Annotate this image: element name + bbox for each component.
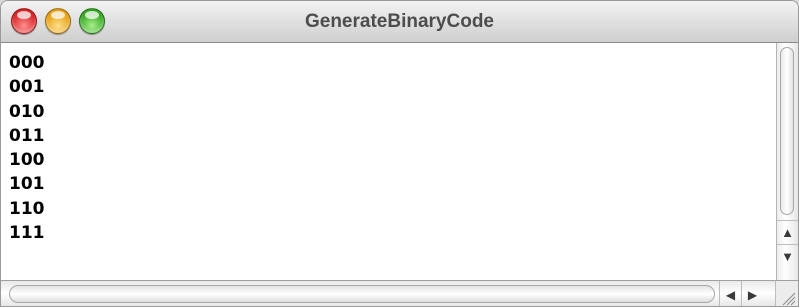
vertical-scrollbar[interactable]: ▲ ▼ <box>776 43 798 280</box>
app-window: GenerateBinaryCode 000 001 010 011 100 1… <box>0 0 799 307</box>
output-line: 010 <box>9 101 45 122</box>
vertical-scroll-track[interactable] <box>780 47 794 215</box>
output-line: 101 <box>9 174 45 195</box>
output-line: 001 <box>9 77 45 98</box>
arrow-right-icon[interactable]: ▶ <box>741 281 763 306</box>
output-line: 100 <box>9 150 45 171</box>
console-output[interactable]: 000 001 010 011 100 101 110 111 <box>1 43 777 280</box>
window-title: GenerateBinaryCode <box>304 11 494 32</box>
arrow-left-icon[interactable]: ◀ <box>719 281 741 306</box>
output-lines: 000 001 010 011 100 101 110 111 <box>9 51 45 245</box>
resize-grip-icon[interactable] <box>775 280 798 306</box>
output-line: 011 <box>9 125 45 146</box>
horizontal-scrollbar[interactable]: ◀ ▶ <box>1 280 777 306</box>
output-line: 110 <box>9 198 45 219</box>
arrow-down-icon[interactable]: ▼ <box>777 244 798 268</box>
horizontal-scroll-track[interactable] <box>9 285 715 303</box>
arrow-up-icon[interactable]: ▲ <box>777 220 798 244</box>
output-line: 111 <box>9 223 45 244</box>
title-bar[interactable]: GenerateBinaryCode <box>1 1 798 43</box>
output-line: 000 <box>9 53 45 73</box>
